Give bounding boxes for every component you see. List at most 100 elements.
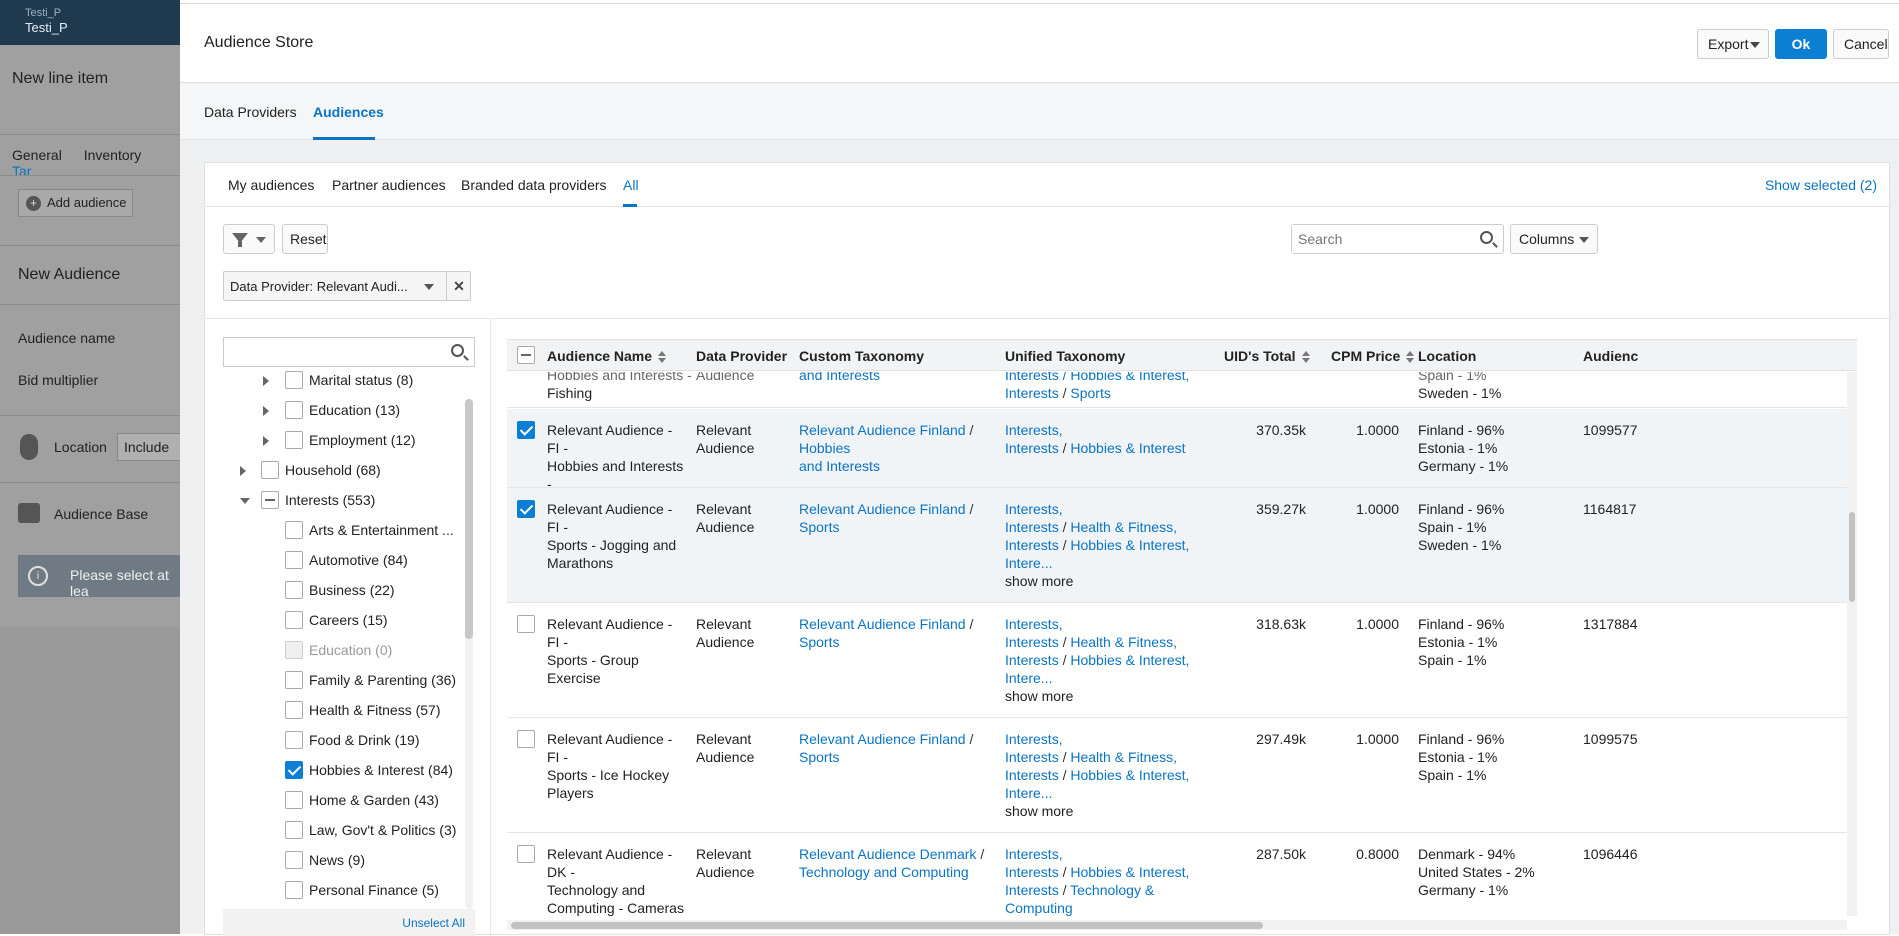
taxonomy-link[interactable]: Interests,: [1005, 422, 1063, 438]
tab-branded-data-providers[interactable]: Branded data providers: [461, 177, 607, 193]
chevron-down-icon[interactable]: [240, 498, 250, 504]
tree-item-checkbox[interactable]: [261, 461, 279, 479]
taxonomy-link[interactable]: Interests,: [1005, 731, 1063, 747]
add-audience-button[interactable]: + Add audience: [18, 189, 133, 217]
tree-item-checkbox[interactable]: [285, 401, 303, 419]
close-icon[interactable]: ✕: [446, 272, 471, 300]
header-location[interactable]: Location: [1418, 348, 1476, 364]
taxonomy-link[interactable]: Intere...: [1005, 785, 1052, 801]
tree-item[interactable]: Careers (15): [223, 609, 463, 633]
taxonomy-link[interactable]: Relevant Audience Finland: [799, 501, 966, 517]
tree-item-checkbox[interactable]: [285, 611, 303, 629]
tree-search-input[interactable]: [223, 337, 475, 367]
tree-item[interactable]: Business (22): [223, 579, 463, 603]
tab-partner-audiences[interactable]: Partner audiences: [332, 177, 446, 193]
show-more-link[interactable]: show more: [1005, 802, 1215, 820]
ok-button[interactable]: Ok: [1775, 29, 1827, 59]
row-checkbox[interactable]: [517, 615, 535, 633]
cancel-button[interactable]: Cancel: [1833, 29, 1889, 59]
taxonomy-link[interactable]: Interests,: [1005, 501, 1063, 517]
taxonomy-link[interactable]: Intere...: [1005, 555, 1052, 571]
search-icon[interactable]: [1480, 231, 1493, 244]
taxonomy-link[interactable]: Interests: [1005, 882, 1059, 898]
tab-data-providers[interactable]: Data Providers: [204, 104, 297, 120]
taxonomy-link[interactable]: Hobbies & Interest,: [1070, 652, 1189, 668]
taxonomy-link[interactable]: Health & Fitness,: [1070, 634, 1177, 650]
scrollbar-thumb[interactable]: [465, 399, 473, 639]
tree-item[interactable]: Personal Finance (5): [223, 879, 463, 903]
taxonomy-link[interactable]: Sports: [799, 519, 839, 535]
tree-item[interactable]: Health & Fitness (57): [223, 699, 463, 723]
taxonomy-link[interactable]: Hobbies & Interest,: [1070, 767, 1189, 783]
tree-item[interactable]: Arts & Entertainment ...: [223, 519, 463, 543]
search-input[interactable]: [1292, 225, 1472, 253]
tab-my-audiences[interactable]: My audiences: [228, 177, 314, 193]
taxonomy-link[interactable]: and Interests: [799, 458, 880, 474]
scrollbar-thumb[interactable]: [1849, 512, 1855, 602]
table-horizontal-scrollbar[interactable]: [507, 920, 1847, 930]
filter-chip[interactable]: Data Provider: Relevant Audi... ✕: [223, 271, 471, 301]
taxonomy-link[interactable]: Interests,: [1005, 616, 1063, 632]
reset-button[interactable]: Reset: [282, 224, 328, 254]
tree-scrollbar[interactable]: [465, 399, 473, 909]
taxonomy-link[interactable]: Interests: [1005, 385, 1059, 401]
tab-targeting[interactable]: Tar: [12, 163, 31, 179]
taxonomy-link[interactable]: Hobbies & Interest: [1070, 440, 1185, 456]
header-data-provider[interactable]: Data Provider: [696, 348, 787, 364]
show-selected-link[interactable]: Show selected (2): [1765, 177, 1877, 193]
header-unified-taxonomy[interactable]: Unified Taxonomy: [1005, 348, 1125, 364]
tree-item-checkbox[interactable]: [285, 701, 303, 719]
taxonomy-link[interactable]: Interests: [1005, 767, 1059, 783]
row-checkbox[interactable]: [517, 500, 535, 518]
taxonomy-link[interactable]: Health & Fitness,: [1070, 749, 1177, 765]
table-row[interactable]: Relevant Audience - FI - Sports - Jogging…: [507, 488, 1847, 603]
tree-item[interactable]: News (9): [223, 849, 463, 873]
tree-item-checkbox[interactable]: [285, 731, 303, 749]
chevron-right-icon[interactable]: [263, 436, 269, 446]
tree-item-checkbox[interactable]: [285, 821, 303, 839]
tree-item-checkbox[interactable]: [285, 671, 303, 689]
taxonomy-link[interactable]: Interests: [1005, 519, 1059, 535]
table-row[interactable]: Relevant Audience - FI - Hobbies and Inte…: [507, 409, 1847, 510]
taxonomy-link[interactable]: Relevant Audience Finland: [799, 731, 966, 747]
tree-item[interactable]: Education (13): [223, 399, 463, 423]
tab-general[interactable]: General: [12, 147, 62, 163]
select-all-checkbox[interactable]: [517, 346, 535, 364]
chevron-right-icon[interactable]: [240, 466, 246, 476]
user-name[interactable]: Testi_P: [25, 20, 68, 35]
header-cpm-price[interactable]: CPM Price: [1331, 348, 1416, 364]
show-more-link[interactable]: show more: [1005, 572, 1215, 590]
tree-item-checkbox[interactable]: [285, 581, 303, 599]
tab-audiences[interactable]: Audiences: [313, 104, 384, 120]
tab-inventory[interactable]: Inventory: [84, 147, 142, 163]
tree-item[interactable]: Food & Drink (19): [223, 729, 463, 753]
table-row[interactable]: Relevant Audience - DK - Technology and Co…: [507, 833, 1847, 916]
taxonomy-link[interactable]: Technology and Computing: [799, 864, 969, 880]
tree-item[interactable]: Household (68): [223, 459, 463, 483]
tree-item-checkbox[interactable]: [285, 521, 303, 539]
tree-item[interactable]: Family & Parenting (36): [223, 669, 463, 693]
include-select[interactable]: Include: [117, 433, 187, 461]
taxonomy-link[interactable]: Interests: [1005, 537, 1059, 553]
taxonomy-link[interactable]: Relevant Audience Denmark: [799, 846, 976, 862]
chevron-down-icon[interactable]: [424, 284, 434, 290]
search-icon[interactable]: [451, 344, 464, 357]
taxonomy-link[interactable]: Interests: [1005, 634, 1059, 650]
header-audience-id[interactable]: Audienc: [1583, 348, 1638, 364]
tab-all[interactable]: All: [623, 177, 639, 193]
taxonomy-link[interactable]: Hobbies: [799, 440, 850, 456]
tree-item[interactable]: Law, Gov't & Politics (3): [223, 819, 463, 843]
chevron-right-icon[interactable]: [263, 376, 269, 386]
unselect-all-link[interactable]: Unselect All: [402, 916, 465, 930]
filter-button[interactable]: [223, 224, 275, 254]
taxonomy-link[interactable]: Relevant Audience Finland: [799, 616, 966, 632]
taxonomy-link[interactable]: Health & Fitness,: [1070, 519, 1177, 535]
taxonomy-link[interactable]: Intere...: [1005, 670, 1052, 686]
table-row[interactable]: Relevant Audience - FI - Sports - Group E…: [507, 603, 1847, 718]
taxonomy-link[interactable]: Sports: [1070, 385, 1110, 401]
row-checkbox[interactable]: [517, 845, 535, 863]
tree-item[interactable]: Education (0): [223, 639, 463, 663]
taxonomy-link[interactable]: Interests: [1005, 864, 1059, 880]
tree-item[interactable]: Employment (12): [223, 429, 463, 453]
taxonomy-link[interactable]: Hobbies & Interest,: [1070, 537, 1189, 553]
